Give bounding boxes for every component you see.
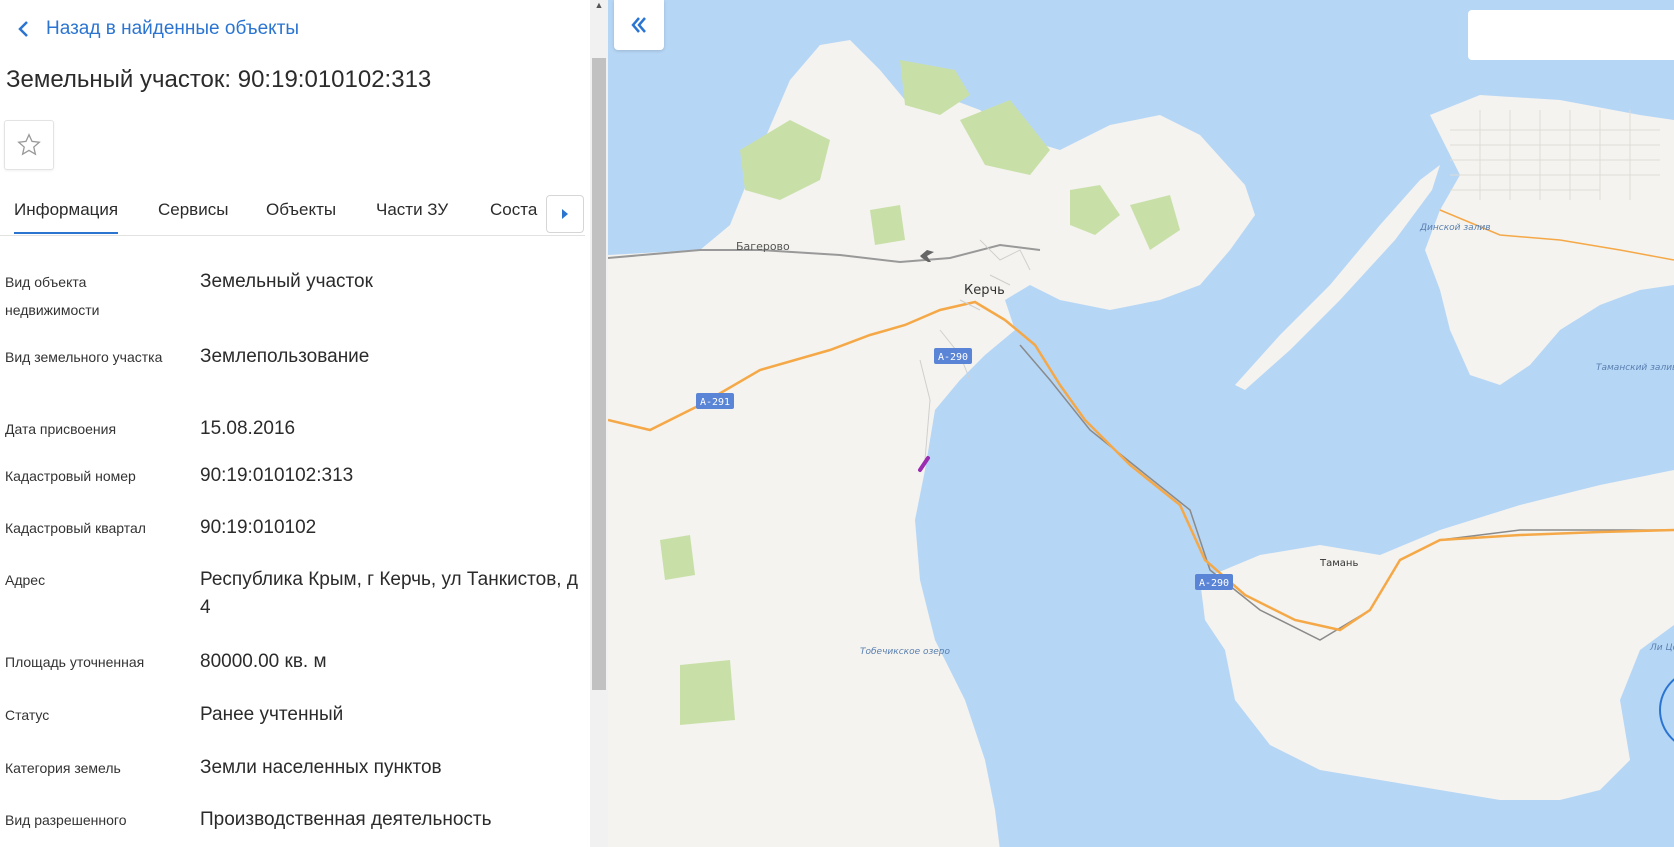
row-label: Вид разрешенного (5, 812, 127, 828)
label-tamansky-bay: Таманский залив (1596, 363, 1674, 373)
row-label: Кадастровый номер (5, 468, 136, 484)
row-value: 90:19:010102 (200, 517, 317, 538)
tab-parcel-parts[interactable]: Части ЗУ (376, 200, 448, 220)
map-canvas[interactable]: Багерово Керчь Тамань Динской залив Тама… (608, 0, 1674, 847)
row-label: Вид объекта недвижимости (5, 274, 100, 318)
label-dinskoy-bay: Динской залив (1419, 223, 1491, 233)
object-info-panel: Назад в найденные объекты Земельный учас… (0, 0, 590, 847)
map-search-input[interactable] (1468, 10, 1674, 60)
row-label: Дата присвоения (5, 421, 117, 437)
road-badge-a291: А-291 (696, 393, 734, 409)
tab-services[interactable]: Сервисы (158, 200, 228, 220)
label-kerch: Керчь (964, 283, 1005, 298)
row-label: Вид земельного участка (5, 349, 163, 365)
collapse-panel-button[interactable] (614, 0, 664, 50)
row-label: Адрес (5, 572, 46, 588)
row-label: Площадь уточненная (5, 654, 145, 670)
tabs-scroll-right-button[interactable] (546, 195, 584, 233)
road-badge-a290-1-label: А-290 (938, 352, 968, 363)
row-value: 15.08.2016 (200, 418, 296, 439)
tab-bar: Информация Сервисы Объекты Части ЗУ Сост… (0, 190, 585, 236)
row-label: Кадастровый квартал (5, 520, 146, 536)
page-title: Земельный участок: 90:19:010102:313 (6, 66, 432, 93)
road-badge-a290-1: А-290 (934, 348, 972, 364)
back-link-label: Назад в найденные объекты (46, 18, 300, 39)
caret-right-icon (562, 209, 568, 219)
star-icon (17, 133, 41, 156)
row-value: 90:19:010102:313 (200, 465, 354, 486)
row-value: Производственная деятельность (200, 809, 492, 830)
label-tobechik-lake: Тобечикское озеро (860, 647, 951, 657)
favorite-button[interactable] (4, 120, 54, 170)
road-badge-a291-label: А-291 (700, 397, 730, 408)
row-value: Землепользование (200, 346, 370, 367)
label-bagerovo: Багерово (736, 240, 790, 253)
chevron-left-icon (18, 21, 28, 37)
tab-info[interactable]: Информация (14, 200, 119, 234)
scrollbar-thumb[interactable] (592, 58, 606, 690)
row-value: Ранее учтенный (200, 704, 344, 725)
road-badge-a290-2: А-290 (1195, 574, 1233, 590)
double-chevron-left-icon (631, 17, 646, 33)
row-label: Категория земель (5, 760, 121, 776)
row-value: Республика Крым, г Керчь, ул Танкистов, … (200, 569, 578, 618)
label-edge-partial: Ли Цо (1649, 643, 1674, 653)
back-link[interactable]: Назад в найденные объекты (12, 17, 299, 41)
map-view[interactable]: Багерово Керчь Тамань Динской залив Тама… (608, 0, 1674, 847)
row-value: Земли населенных пунктов (200, 757, 442, 778)
row-value: Земельный участок (200, 271, 373, 292)
row-value: 80000.00 кв. м (200, 651, 327, 672)
tab-objects[interactable]: Объекты (266, 200, 336, 220)
label-taman: Тамань (1319, 558, 1358, 569)
road-badge-a290-2-label: А-290 (1199, 578, 1229, 589)
scroll-up-arrow-icon[interactable]: ▲ (590, 0, 608, 14)
row-label: Статус (5, 707, 50, 723)
tab-composition[interactable]: Соста (490, 200, 537, 220)
